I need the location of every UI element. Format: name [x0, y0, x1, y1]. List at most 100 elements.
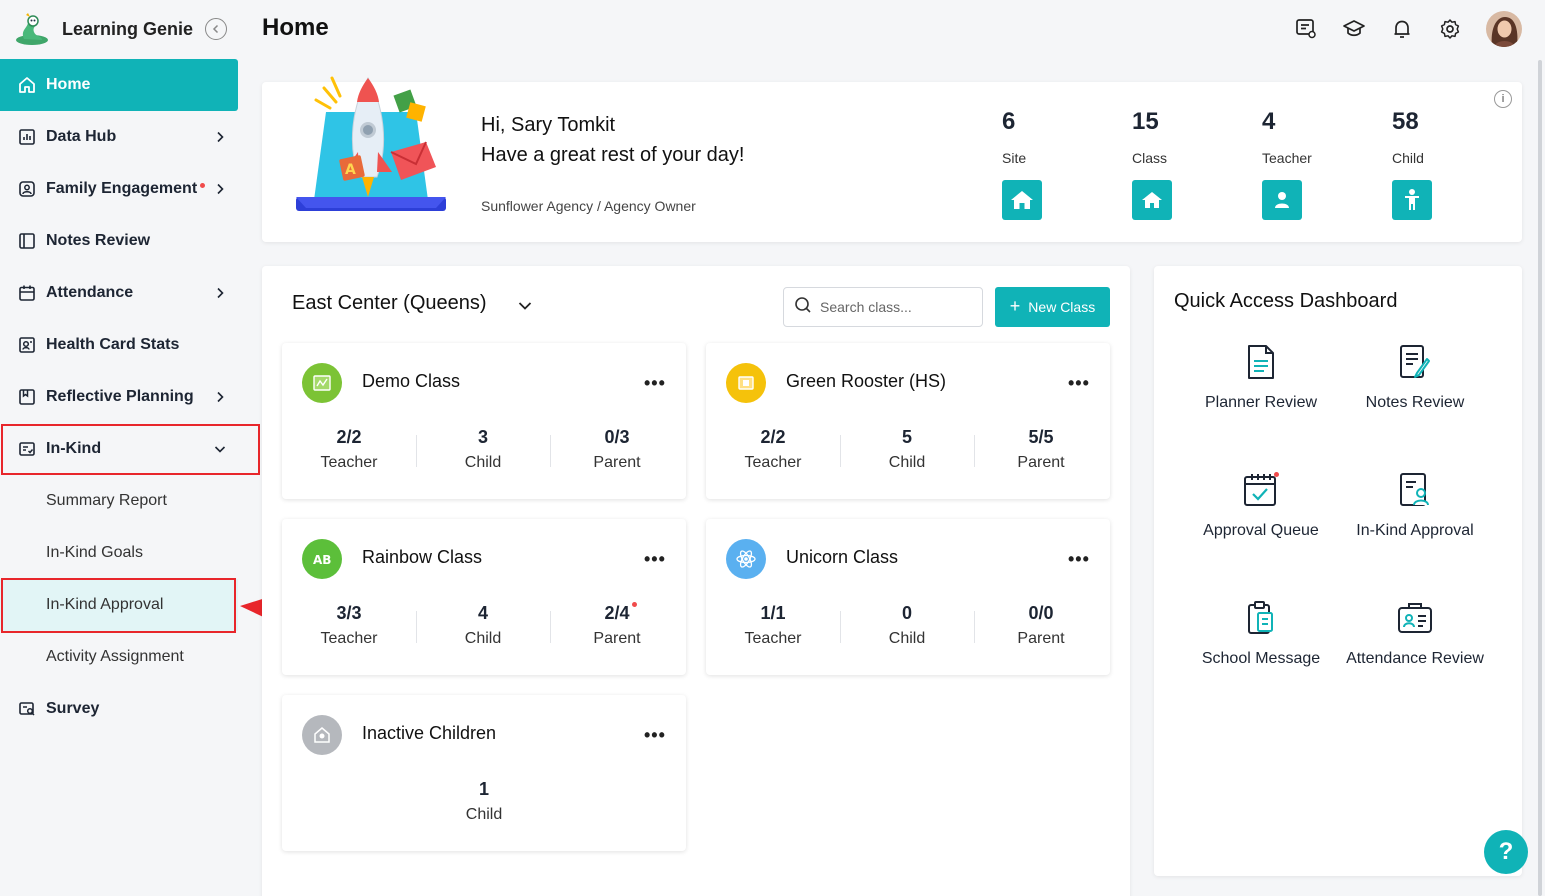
class-name: Demo Class: [362, 371, 461, 391]
learning-genie-logo-icon: [14, 12, 50, 46]
sidebar-item-label: Notes Review: [46, 232, 151, 249]
class-stat-teacher: 1/1 Teacher: [706, 603, 840, 648]
quick-access-notes-review[interactable]: Notes Review: [1338, 342, 1492, 412]
new-class-button[interactable]: + New Class: [995, 287, 1110, 327]
child-icon[interactable]: [1392, 180, 1432, 220]
class-stat-parent: 0/3 Parent: [550, 427, 684, 472]
class-stats: 2/2 Teacher 3 Child 0/3 Parent: [282, 427, 686, 472]
collapse-sidebar-icon[interactable]: [205, 18, 227, 40]
house-icon[interactable]: [1132, 180, 1172, 220]
home-icon[interactable]: [1002, 180, 1042, 220]
quick-access-school-message[interactable]: School Message: [1184, 598, 1338, 668]
organization-role: Sunflower Agency / Agency Owner: [481, 198, 696, 214]
stat-value: 2/2: [336, 427, 362, 447]
classes-panel: East Center (Queens) + New Class Demo Cl…: [262, 266, 1130, 896]
class-stat-child: 0 Child: [840, 603, 974, 648]
attendance-review-icon: [1395, 598, 1435, 638]
more-options-icon[interactable]: •••: [1068, 549, 1090, 570]
stat-label: Teacher: [744, 454, 802, 471]
stat-label: Teacher: [744, 630, 802, 647]
class-card-rainbow[interactable]: AB Rainbow Class ••• 3/3 Teacher 4 Child 2…: [282, 519, 686, 675]
stat-value: 0/3: [604, 427, 630, 447]
sidebar-item-label: Family Engagement: [46, 180, 198, 197]
gear-icon[interactable]: [1437, 16, 1463, 42]
stat-label: Child: [464, 630, 502, 647]
sidebar-subitem-label: In-Kind Goals: [46, 544, 143, 561]
class-card-unicorn[interactable]: Unicorn Class ••• 1/1 Teacher 0 Child 0/0 P…: [706, 519, 1110, 675]
chevron-right-icon: [212, 181, 228, 197]
quick-access-attendance-review[interactable]: Attendance Review: [1338, 598, 1492, 668]
rocket-laptop-illustration: A: [296, 76, 446, 211]
stat-label: Parent: [593, 630, 641, 647]
stat-label: Class: [1132, 150, 1168, 166]
graduation-cap-icon[interactable]: [1341, 16, 1367, 42]
quick-access-in-kind-approval[interactable]: In-Kind Approval: [1338, 470, 1492, 540]
stat-value: 5/5: [1028, 427, 1054, 447]
messages-icon[interactable]: [1293, 16, 1319, 42]
brand[interactable]: Learning Genie: [14, 12, 193, 46]
welcome-card: A Hi, Sary Tomkit Have a great rest of y…: [262, 76, 1522, 242]
more-options-icon[interactable]: •••: [644, 373, 666, 394]
sidebar-item-label: Reflective Planning: [46, 388, 194, 405]
more-options-icon[interactable]: •••: [1068, 373, 1090, 394]
sidebar-item-home[interactable]: Home: [0, 59, 238, 111]
sidebar-item-family-engagement[interactable]: Family Engagement: [0, 163, 238, 215]
brand-name: Learning Genie: [62, 18, 194, 39]
greeting: Hi, Sary Tomkit: [481, 114, 616, 136]
sidebar-item-reflective-planning[interactable]: Reflective Planning: [0, 371, 238, 423]
notification-dot: [200, 182, 206, 188]
stat-value: 5: [901, 427, 912, 447]
class-stat-child: 3 Child: [416, 427, 550, 472]
stat-site: 6 Site: [1002, 108, 1102, 220]
class-stat-child: 1 Child: [282, 779, 686, 824]
info-icon[interactable]: i: [1494, 90, 1512, 108]
stat-value: 1/1: [760, 603, 786, 623]
sidebar-item-label: Data Hub: [46, 128, 117, 145]
sidebar-subitem-activity-assignment[interactable]: Activity Assignment: [0, 631, 238, 683]
class-stat-parent: 2/4 Parent: [550, 602, 684, 648]
in-kind-highlight-box: [1, 424, 260, 475]
sidebar-item-survey[interactable]: Survey: [0, 683, 238, 735]
class-name: Unicorn Class: [786, 547, 899, 567]
greeting-message: Have a great rest of your day!: [481, 144, 745, 166]
center-selector-label[interactable]: East Center (Queens): [292, 292, 487, 315]
search-box[interactable]: [783, 287, 983, 327]
stat-value: 0: [901, 603, 912, 623]
sidebar-item-attendance[interactable]: Attendance: [0, 267, 238, 319]
quick-access-planner-review[interactable]: Planner Review: [1184, 342, 1338, 412]
stat-label: Teacher: [320, 630, 378, 647]
stat-label: Parent: [1017, 630, 1065, 647]
scrollbar[interactable]: [1538, 60, 1542, 896]
help-button[interactable]: ?: [1484, 830, 1528, 874]
class-card-inactive-children[interactable]: Inactive Children ••• 1 Child: [282, 695, 686, 851]
sidebar-subitem-in-kind-goals[interactable]: In-Kind Goals: [0, 527, 238, 579]
chevron-right-icon: [212, 129, 228, 145]
school-message-icon: [1241, 598, 1281, 638]
search-class-input[interactable]: [820, 299, 970, 315]
sidebar-subitem-summary-report[interactable]: Summary Report: [0, 475, 238, 527]
stat-value: 0/0: [1028, 603, 1054, 623]
person-icon[interactable]: [1262, 180, 1302, 220]
class-stat-parent: 5/5 Parent: [974, 427, 1108, 472]
class-card-demo[interactable]: Demo Class ••• 2/2 Teacher 3 Child 0/3 Pare…: [282, 343, 686, 499]
quick-access-approval-queue[interactable]: Approval Queue: [1184, 470, 1338, 540]
chevron-down-icon[interactable]: [518, 298, 532, 316]
stat-value: 15: [1132, 108, 1159, 135]
sidebar-item-health-card-stats[interactable]: Health Card Stats: [0, 319, 238, 371]
class-stat-teacher: 3/3 Teacher: [282, 603, 416, 648]
class-avatar-icon: [726, 539, 766, 579]
avatar[interactable]: [1486, 11, 1522, 47]
bell-icon[interactable]: [1389, 16, 1415, 42]
more-options-icon[interactable]: •••: [644, 725, 666, 746]
quick-access-label: Attendance Review: [1346, 650, 1484, 667]
sidebar-item-notes-review[interactable]: Notes Review: [0, 215, 238, 267]
more-options-icon[interactable]: •••: [644, 549, 666, 570]
stat-label: Child: [465, 806, 503, 823]
class-avatar-icon: [302, 363, 342, 403]
notes-review-icon: [1395, 342, 1435, 382]
class-stat-teacher: 2/2 Teacher: [706, 427, 840, 472]
class-card-green-rooster[interactable]: Green Rooster (HS) ••• 2/2 Teacher 5 Child…: [706, 343, 1110, 499]
class-stat-teacher: 2/2 Teacher: [282, 427, 416, 472]
notification-dot: [1274, 472, 1279, 477]
sidebar-item-data-hub[interactable]: Data Hub: [0, 111, 238, 163]
